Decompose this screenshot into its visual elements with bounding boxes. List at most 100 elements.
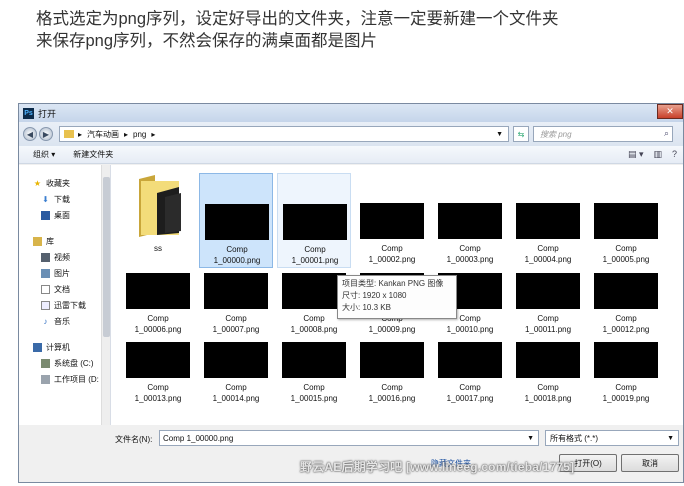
sidebar-item-label: 收藏夹 [46,178,70,188]
sidebar-item-documents[interactable]: 文档 [19,281,110,297]
file-name: Comp 1_00004.png [511,243,585,265]
sidebar-item-label: 视频 [54,252,70,262]
chevron-down-icon[interactable]: ▼ [527,435,534,442]
sidebar-item-desktop[interactable]: 桌面 [19,207,110,223]
preview-pane-icon[interactable]: ▥ [653,149,662,160]
file-item[interactable]: Comp 1_00012.png [589,273,663,341]
file-item[interactable]: Comp 1_00017.png [433,342,507,410]
file-item[interactable]: Comp 1_00015.png [277,342,351,410]
file-name-line: 1_00006.png [134,325,182,334]
file-name: Comp 1_00015.png [277,382,351,404]
file-item[interactable]: Comp 1_00001.png [277,173,351,268]
music-icon: ♪ [43,316,48,326]
scrollbar-thumb[interactable] [103,177,110,337]
filename-input[interactable]: Comp 1_00000.png ▼ [159,430,539,446]
file-item[interactable]: Comp 1_00013.png [121,342,195,410]
file-name-line: Comp [537,314,559,323]
drive-icon [41,358,50,368]
organize-menu[interactable]: 组织 ▾ [33,149,55,160]
file-thumbnail [516,273,580,309]
file-thumbnail [594,342,658,378]
sidebar-item-downloads[interactable]: ⬇ 下载 [19,191,110,207]
file-name: Comp 1_00007.png [199,313,273,335]
download-icon: ⬇ [42,194,49,204]
file-type-value: 所有格式 (*.*) [550,433,598,443]
folder-icon [139,175,181,237]
file-item[interactable]: Comp 1_00011.png [511,273,585,341]
file-type-select[interactable]: 所有格式 (*.*) ▼ [545,430,679,446]
search-input[interactable]: 搜索 png ⌕ [533,126,673,142]
file-item[interactable]: Comp 1_00016.png [355,342,429,410]
file-grid: ss Comp 1_00000.png Comp 1_00001.png Comp 1_0… [111,165,683,425]
sidebar-item-videos[interactable]: 视频 [19,249,110,265]
file-item[interactable]: Comp 1_00018.png [511,342,585,410]
file-name-line: 1_00008.png [290,325,338,334]
chevron-down-icon[interactable]: ▼ [667,435,674,442]
help-icon[interactable]: ? [672,149,677,160]
sidebar-item-music[interactable]: ♪ 音乐 [19,313,110,329]
file-item[interactable]: Comp 1_00003.png [433,173,507,268]
file-name: Comp 1_00011.png [511,313,585,335]
instruction-caption: 格式选定为png序列，设定好导出的文件夹，注意一定要新建一个文件夹 来保存png… [36,8,656,52]
new-folder-button[interactable]: 新建文件夹 [73,149,113,160]
file-item[interactable]: Comp 1_00004.png [511,173,585,268]
close-button[interactable]: ✕ [657,104,683,119]
sidebar-item-drive-c[interactable]: 系统盘 (C:) [19,355,110,371]
file-item[interactable]: Comp 1_00019.png [589,342,663,410]
sidebar-item-label: 计算机 [46,342,70,352]
file-name-line: 1_00010.png [446,325,494,334]
sidebar-item-libraries[interactable]: 库 [19,233,110,249]
file-name: Comp 1_00014.png [199,382,273,404]
sidebar-item-computer[interactable]: 计算机 [19,339,110,355]
sidebar-item-label: 系统盘 (C:) [54,358,94,368]
breadcrumb-item[interactable]: 汽车动画 [87,129,119,140]
filename-value: Comp 1_00000.png [163,433,234,443]
file-item[interactable]: Comp 1_00000.png [199,173,273,268]
video-icon [41,252,50,262]
folder-item[interactable]: ss [121,173,195,253]
file-name-line: 1_00000.png [213,256,261,265]
drive-icon [41,374,50,384]
address-bar[interactable]: ▸ 汽车动画 ▸ png ▸ ▼ [59,126,509,142]
chevron-right-icon: ▸ [78,129,83,139]
breadcrumb-item[interactable]: png [133,130,146,139]
back-button[interactable]: ◀ [23,127,37,141]
file-name-line: Comp [303,383,325,392]
file-name-line: 1_00003.png [446,255,494,264]
file-item[interactable]: Comp 1_00007.png [199,273,273,341]
open-file-dialog: Ps 打开 ✕ ◀ ▶ ▸ 汽车动画 ▸ png ▸ ▼ ⇆ 搜索 png ⌕ … [18,103,684,483]
chevron-down-icon[interactable]: ▼ [496,131,503,138]
file-item[interactable]: Comp 1_00005.png [589,173,663,268]
sidebar-item-favorites[interactable]: ★ 收藏夹 [19,175,110,191]
file-name-line: Comp [381,383,403,392]
sidebar-item-pictures[interactable]: 图片 [19,265,110,281]
file-name: Comp 1_00016.png [355,382,429,404]
file-item[interactable]: Comp 1_00014.png [199,342,273,410]
desktop-icon [41,210,50,220]
chevron-right-icon: ▸ [124,129,129,139]
refresh-button[interactable]: ⇆ [513,126,529,142]
file-name-line: 1_00001.png [291,256,339,265]
tooltip-size: 大小: 10.3 KB [342,303,391,312]
file-name-line: 1_00019.png [602,394,650,403]
file-name-line: 1_00007.png [212,325,260,334]
forward-button[interactable]: ▶ [39,127,53,141]
sidebar-item-label: 桌面 [54,210,70,220]
file-item[interactable]: Comp 1_00002.png [355,173,429,268]
file-name-line: Comp [147,314,169,323]
file-thumbnail [438,342,502,378]
sidebar-item-label: 下载 [54,194,70,204]
sidebar-item-drive-d[interactable]: 工作项目 (D: [19,371,110,387]
caption-line-1: 格式选定为png序列，设定好导出的文件夹，注意一定要新建一个文件夹 [36,10,559,28]
file-name: Comp 1_00000.png [200,244,274,266]
view-options-icon[interactable]: ▤ ▾ [628,149,644,160]
sidebar-item-xunlei-downloads[interactable]: 迅雷下载 [19,297,110,313]
search-icon: ⌕ [663,128,669,138]
file-item[interactable]: Comp 1_00006.png [121,273,195,341]
tooltip-dimensions: 尺寸: 1920 x 1080 [342,291,407,300]
file-name-line: Comp [459,244,481,253]
file-thumbnail [438,203,502,239]
cancel-button[interactable]: 取消 [621,454,679,472]
title-bar: Ps 打开 ✕ [19,104,683,122]
sidebar-scrollbar[interactable] [101,165,110,425]
